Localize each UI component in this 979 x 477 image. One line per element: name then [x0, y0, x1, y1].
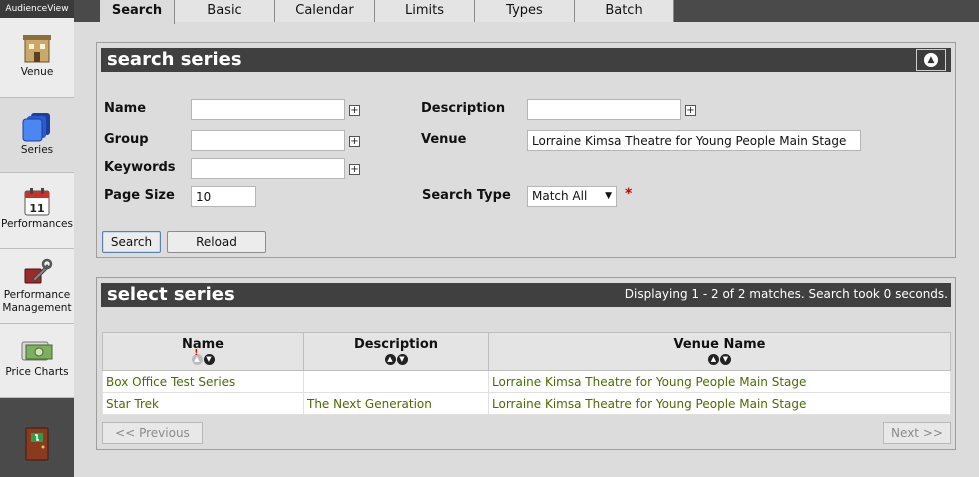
reload-button[interactable]: Reload	[167, 231, 266, 253]
next-page-button[interactable]: Next >>	[883, 422, 951, 444]
tab-search[interactable]: Search	[100, 0, 175, 24]
series-venue-link[interactable]: Lorraine Kimsa Theatre for Young People …	[488, 392, 951, 415]
collapse-up-icon: ▲	[924, 53, 938, 67]
sort-descending-icon[interactable]: ▼	[720, 354, 731, 365]
sort-descending-icon[interactable]: ▼	[203, 354, 215, 365]
sidebar-item-series[interactable]: Series	[0, 98, 74, 173]
description-label: Description	[421, 101, 506, 116]
table-row[interactable]: Box Office Test Series Lorraine Kimsa Th…	[102, 370, 951, 393]
cash-icon	[21, 341, 53, 361]
group-input[interactable]	[191, 130, 345, 151]
sidebar-item-venue[interactable]: Venue	[0, 18, 74, 98]
series-venue-link[interactable]: Lorraine Kimsa Theatre for Young People …	[488, 370, 951, 393]
table-row[interactable]: Star Trek The Next Generation Lorraine K…	[102, 392, 951, 415]
column-header-label: Description	[353, 337, 439, 352]
results-panel-header: select series Displaying 1 - 2 of 2 matc…	[101, 283, 951, 307]
select-series-panel: select series Displaying 1 - 2 of 2 matc…	[96, 277, 956, 450]
series-name-link[interactable]: Star Trek	[102, 392, 304, 415]
sort-ascending-icon[interactable]: ! ▲	[191, 348, 203, 365]
brand-logo: AudienceView	[0, 0, 74, 18]
sidebar-item-price-charts[interactable]: Price Charts	[0, 324, 74, 398]
wrench-icon	[24, 258, 53, 284]
search-series-panel: search series ▲ Name + Description + Gro…	[96, 42, 956, 258]
column-header-name[interactable]: Name ! ▲ ▼	[102, 332, 304, 371]
required-asterisk: *	[625, 186, 633, 202]
column-header-venue-name[interactable]: Venue Name ▲ ▼	[488, 332, 951, 371]
sidebar-item-label-line1: Performance	[3, 289, 71, 301]
series-description	[303, 370, 489, 393]
name-input[interactable]	[191, 99, 345, 120]
group-label: Group	[104, 132, 149, 147]
sidebar-item-label: Series	[20, 144, 54, 156]
column-header-label: Name	[181, 337, 224, 352]
tab-calendar[interactable]: Calendar	[275, 0, 375, 22]
keywords-add-icon[interactable]: +	[349, 164, 360, 175]
sidebar-item-label: Performances	[0, 218, 73, 230]
column-header-label: Venue Name	[673, 337, 766, 352]
keywords-label: Keywords	[104, 160, 176, 175]
sort-ascending-icon[interactable]: ▲	[384, 354, 396, 365]
exit-door-icon[interactable]	[24, 427, 50, 461]
svg-text:11: 11	[29, 202, 44, 215]
sidebar-item-performances[interactable]: 11 Performances	[0, 173, 74, 249]
tab-types[interactable]: Types	[475, 0, 575, 22]
top-tab-bar: Search Basic Calendar Limits Types Batch	[74, 0, 979, 24]
building-icon	[23, 35, 51, 63]
results-panel-title: select series	[107, 284, 235, 305]
venue-label: Venue	[421, 132, 467, 147]
search-panel-header: search series ▲	[101, 48, 951, 72]
left-sidebar: AudienceView Venue Series 11 Performance…	[0, 0, 74, 477]
tab-batch[interactable]: Batch	[575, 0, 674, 22]
tab-limits[interactable]: Limits	[375, 0, 475, 22]
sort-descending-icon[interactable]: ▼	[396, 354, 408, 365]
series-name-link[interactable]: Box Office Test Series	[102, 370, 304, 393]
previous-page-button[interactable]: << Previous	[102, 422, 203, 444]
description-add-icon[interactable]: +	[685, 105, 696, 116]
search-type-select[interactable]: Match All ▼	[527, 186, 617, 207]
search-type-value: Match All	[532, 189, 588, 203]
page-size-label: Page Size	[104, 188, 175, 203]
name-add-icon[interactable]: +	[349, 105, 360, 116]
page-size-input[interactable]	[191, 186, 256, 207]
series-results-table: Name ! ▲ ▼ Description ▲ ▼ Venue Name ▲ ▼ Bo…	[102, 332, 951, 415]
sort-ascending-icon[interactable]: ▲	[708, 354, 719, 365]
calendar-icon: 11	[24, 188, 50, 216]
search-type-label: Search Type	[422, 188, 511, 203]
sidebar-item-performance-management[interactable]: Performance Management	[0, 249, 74, 324]
collapse-button[interactable]: ▲	[916, 49, 946, 71]
tab-basic[interactable]: Basic	[175, 0, 275, 22]
stacked-layers-icon	[22, 113, 50, 142]
results-count-text: Displaying 1 - 2 of 2 matches. Search to…	[624, 287, 948, 301]
search-button[interactable]: Search	[102, 231, 161, 253]
chevron-down-icon: ▼	[605, 191, 612, 201]
sidebar-item-label-line2: Management	[2, 302, 72, 314]
sidebar-item-label: Venue	[20, 66, 54, 78]
keywords-input[interactable]	[191, 158, 345, 179]
name-label: Name	[104, 101, 147, 116]
description-input[interactable]	[527, 99, 681, 120]
sidebar-item-label: Price Charts	[5, 366, 69, 378]
venue-input[interactable]	[527, 130, 861, 151]
search-panel-title: search series	[107, 49, 242, 70]
series-description: The Next Generation	[303, 392, 489, 415]
group-add-icon[interactable]: +	[349, 136, 360, 147]
column-header-description[interactable]: Description ▲ ▼	[303, 332, 489, 371]
